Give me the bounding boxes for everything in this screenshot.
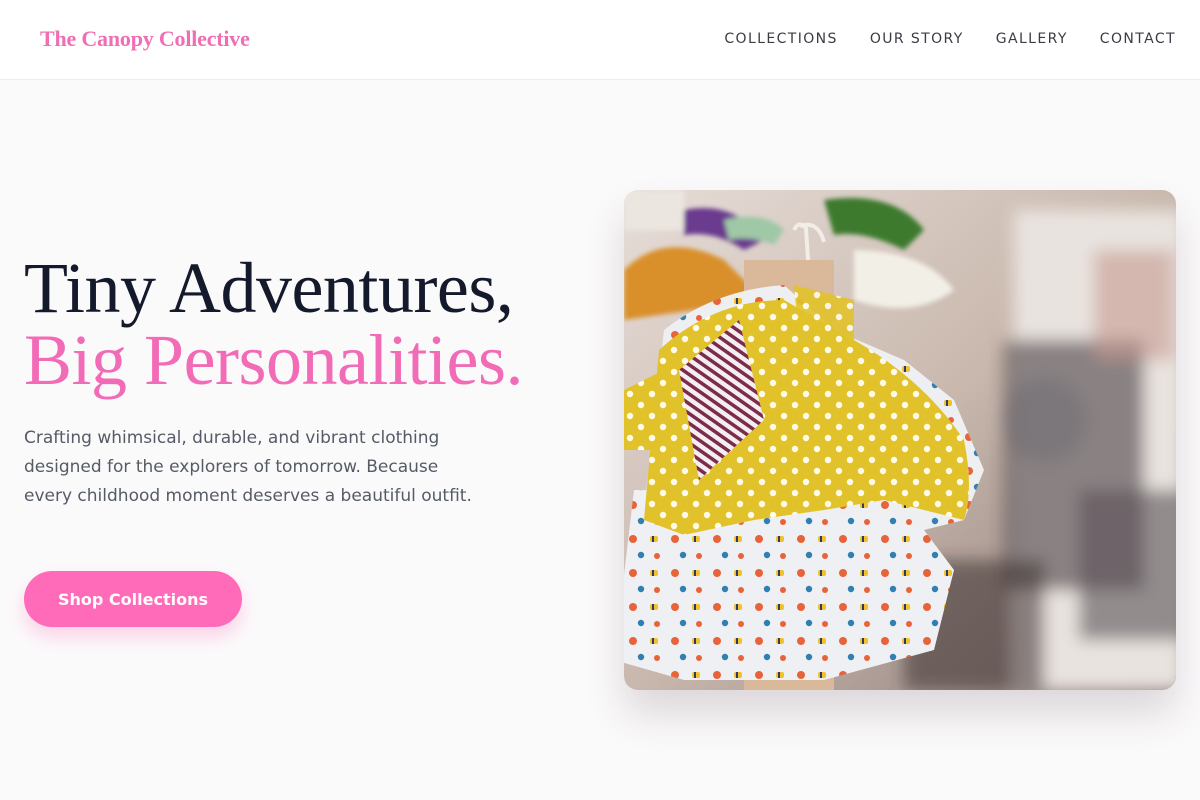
headline-line-1: Tiny Adventures,	[24, 248, 514, 328]
nav-link-collections[interactable]: COLLECTIONS	[724, 31, 837, 47]
site-header: The Canopy Collective COLLECTIONS OUR ST…	[0, 0, 1200, 80]
nav-link-gallery[interactable]: GALLERY	[996, 31, 1068, 47]
nav-link-contact[interactable]: CONTACT	[1100, 31, 1176, 47]
headline-line-2: Big Personalities.	[24, 320, 523, 400]
nav-link-our-story[interactable]: OUR STORY	[870, 31, 964, 47]
brand-logo[interactable]: The Canopy Collective	[40, 26, 250, 52]
hero-headline: Tiny Adventures, Big Personalities.	[24, 252, 584, 396]
hero-text: Tiny Adventures, Big Personalities. Craf…	[24, 252, 584, 511]
hero-image	[624, 190, 1176, 690]
main-nav: COLLECTIONS OUR STORY GALLERY CONTACT	[724, 31, 1176, 47]
hero-description: Crafting whimsical, durable, and vibrant…	[24, 428, 472, 506]
children-clothing-rack-photo	[624, 190, 1176, 690]
shop-collections-button[interactable]: Shop Collections	[24, 571, 242, 627]
